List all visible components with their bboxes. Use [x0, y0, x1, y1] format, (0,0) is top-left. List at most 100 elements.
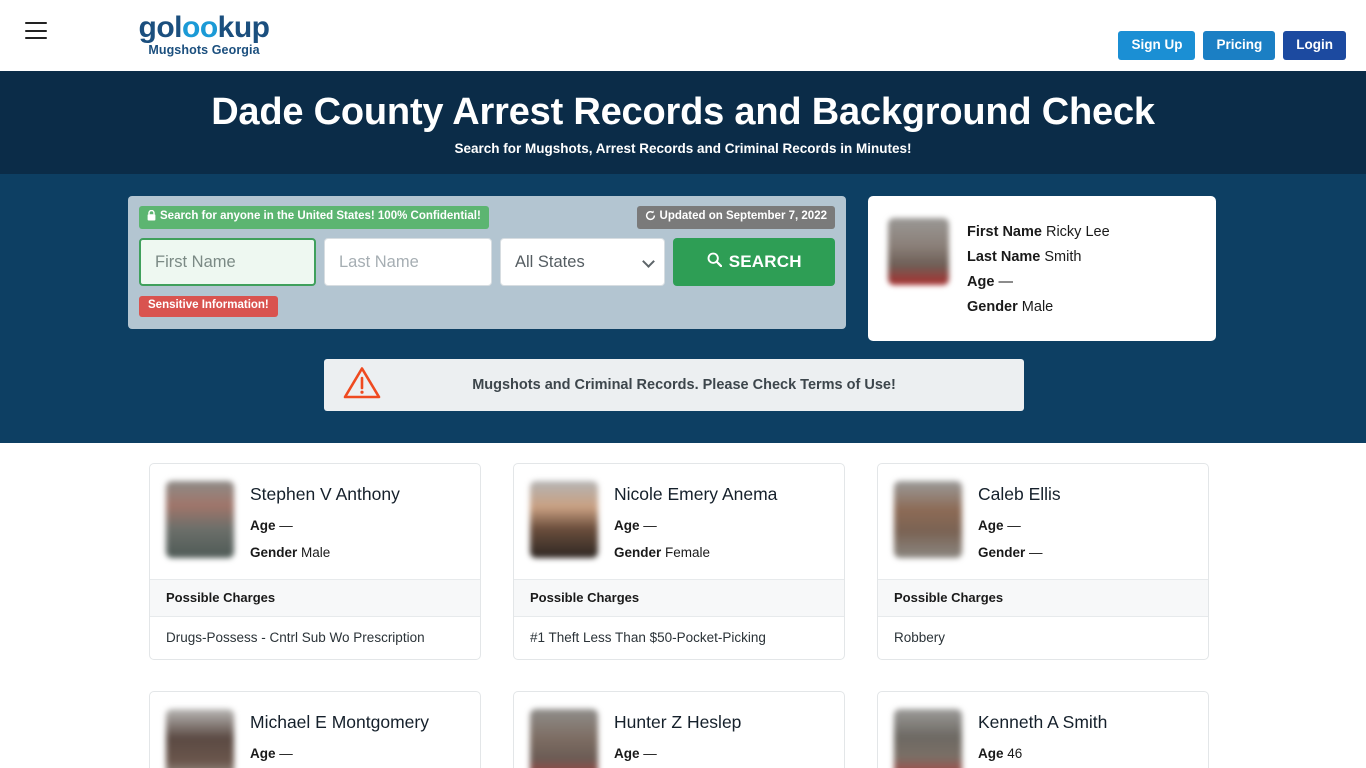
- magnifier-icon: [707, 252, 722, 272]
- result-gender-row: Gender Female: [614, 545, 777, 562]
- result-name: Michael E Montgomery: [250, 712, 429, 733]
- result-gender-label: Gender: [614, 544, 662, 560]
- possible-charges-text: #1 Theft Less Than $50-Pocket-Picking: [530, 630, 766, 646]
- site-logo[interactable]: golookup Mugshots Georgia: [138, 12, 270, 57]
- possible-charges-header: Possible Charges: [878, 579, 1208, 618]
- featured-gender-label: Gender: [967, 298, 1018, 315]
- page-title: Dade County Arrest Records and Backgroun…: [211, 91, 1155, 133]
- featured-gender-row: Gender Male: [967, 295, 1110, 320]
- search-panel: Search for anyone in the United States! …: [128, 195, 846, 329]
- result-card-header: Stephen V Anthony Age — Gender Male: [150, 464, 480, 580]
- sign-up-button[interactable]: Sign Up: [1118, 31, 1196, 60]
- possible-charges-text: Drugs-Possess - Cntrl Sub Wo Prescriptio…: [166, 630, 425, 646]
- result-card[interactable]: Kenneth A Smith Age 46 Gender Male: [877, 691, 1209, 768]
- result-card-header: Hunter Z Heslep Age — Gender Male: [514, 692, 844, 768]
- hamburger-menu-icon[interactable]: [25, 22, 47, 39]
- featured-first-name-row: First Name Ricky Lee: [967, 220, 1110, 245]
- result-gender-label: Gender: [250, 544, 298, 560]
- featured-first-name-value: Ricky Lee: [1045, 223, 1110, 240]
- result-card[interactable]: Caleb Ellis Age — Gender — Possible Char…: [877, 462, 1209, 661]
- confidential-badge: Search for anyone in the United States! …: [139, 205, 489, 230]
- search-button[interactable]: SEARCH: [673, 238, 835, 287]
- search-panel-badges: Search for anyone in the United States! …: [139, 205, 835, 230]
- last-name-input[interactable]: [324, 238, 492, 287]
- result-card[interactable]: Hunter Z Heslep Age — Gender Male: [513, 691, 845, 768]
- result-card-header: Michael E Montgomery Age — Gender —: [150, 692, 480, 768]
- result-gender-label: Gender: [978, 544, 1026, 560]
- mugshot-image: [530, 480, 598, 558]
- confidential-badge-text: Search for anyone in the United States! …: [160, 210, 481, 223]
- result-age-value: —: [279, 746, 293, 762]
- featured-gender-value: Male: [1021, 298, 1054, 315]
- result-card[interactable]: Nicole Emery Anema Age — Gender Female P…: [513, 462, 845, 661]
- result-age-value: —: [279, 517, 293, 533]
- result-age-row: Age —: [614, 518, 777, 535]
- featured-last-name-label: Last Name: [967, 248, 1041, 265]
- refresh-icon: [645, 210, 656, 225]
- search-fields: All States SEARCH: [139, 238, 835, 287]
- hamburger-bar: [25, 29, 47, 32]
- result-age-row: Age —: [250, 518, 400, 535]
- warning-wrapper: Mugshots and Criminal Records. Please Ch…: [128, 341, 1238, 412]
- featured-last-name-row: Last Name Smith: [967, 245, 1110, 270]
- mugshot-image: [530, 709, 598, 768]
- result-age-label: Age: [614, 746, 640, 762]
- result-age-label: Age: [614, 517, 640, 533]
- result-age-row: Age —: [250, 746, 429, 763]
- terms-of-use-text: Mugshots and Criminal Records. Please Ch…: [472, 377, 896, 394]
- search-button-label: SEARCH: [728, 252, 802, 272]
- pricing-button[interactable]: Pricing: [1203, 31, 1276, 60]
- logo-text-part1: gol: [138, 11, 183, 44]
- result-age-row: Age 46: [978, 746, 1107, 763]
- result-card-header: Caleb Ellis Age — Gender —: [878, 464, 1208, 580]
- result-card-info: Stephen V Anthony Age — Gender Male: [250, 481, 400, 562]
- featured-age-label: Age: [967, 273, 995, 290]
- result-card-info: Hunter Z Heslep Age — Gender Male: [614, 709, 741, 768]
- result-name: Kenneth A Smith: [978, 712, 1108, 733]
- result-card[interactable]: Michael E Montgomery Age — Gender —: [149, 691, 481, 768]
- result-gender-value: Male: [301, 544, 331, 560]
- result-age-label: Age: [250, 746, 276, 762]
- state-select[interactable]: All States: [500, 238, 666, 287]
- result-card-info: Michael E Montgomery Age — Gender —: [250, 709, 429, 768]
- page-subtitle: Search for Mugshots, Arrest Records and …: [454, 140, 912, 156]
- result-card-header: Nicole Emery Anema Age — Gender Female: [514, 464, 844, 580]
- result-age-value: —: [643, 746, 657, 762]
- featured-age-value: —: [998, 273, 1013, 290]
- result-card-header: Kenneth A Smith Age 46 Gender Male: [878, 692, 1208, 768]
- results-grid: Stephen V Anthony Age — Gender Male Poss…: [149, 462, 1217, 768]
- mugshot-image: [894, 480, 962, 558]
- result-age-label: Age: [250, 517, 276, 533]
- hamburger-bar: [25, 37, 47, 39]
- logo-wordmark: golookup: [138, 12, 270, 44]
- updated-badge-text: Updated on September 7, 2022: [659, 210, 827, 223]
- first-name-input[interactable]: [139, 238, 316, 287]
- possible-charges-text: Robbery: [894, 630, 946, 646]
- result-age-label: Age: [978, 746, 1004, 762]
- sensitive-information-badge: Sensitive Information!: [139, 296, 278, 317]
- result-gender-row: Gender Male: [250, 545, 400, 562]
- search-row: Search for anyone in the United States! …: [128, 195, 1238, 342]
- mugshot-image: [166, 480, 234, 558]
- featured-mugshot-image: [888, 217, 949, 285]
- page-hero-band: Dade County Arrest Records and Backgroun…: [0, 71, 1366, 174]
- results-section: Stephen V Anthony Age — Gender Male Poss…: [0, 442, 1366, 768]
- featured-record-card[interactable]: First Name Ricky Lee Last Name Smith Age…: [868, 195, 1216, 342]
- logo-text-oo: oo: [182, 11, 218, 44]
- top-navigation-bar: golookup Mugshots Georgia Sign Up Pricin…: [0, 0, 1366, 71]
- mugshot-image: [894, 709, 962, 768]
- result-age-row: Age —: [614, 746, 741, 763]
- result-card-info: Kenneth A Smith Age 46 Gender Male: [978, 709, 1107, 768]
- hamburger-bar: [25, 22, 47, 24]
- featured-first-name-label: First Name: [967, 223, 1042, 240]
- search-section: Search for anyone in the United States! …: [0, 173, 1366, 443]
- updated-badge: Updated on September 7, 2022: [636, 205, 835, 230]
- result-name: Hunter Z Heslep: [614, 712, 742, 733]
- login-button[interactable]: Login: [1283, 31, 1346, 60]
- logo-text-part2: kup: [217, 11, 270, 44]
- result-gender-row: Gender —: [978, 545, 1061, 562]
- result-age-value: —: [1007, 517, 1021, 533]
- result-card[interactable]: Stephen V Anthony Age — Gender Male Poss…: [149, 462, 481, 661]
- result-card-info: Caleb Ellis Age — Gender —: [978, 481, 1061, 562]
- result-card-info: Nicole Emery Anema Age — Gender Female: [614, 481, 777, 562]
